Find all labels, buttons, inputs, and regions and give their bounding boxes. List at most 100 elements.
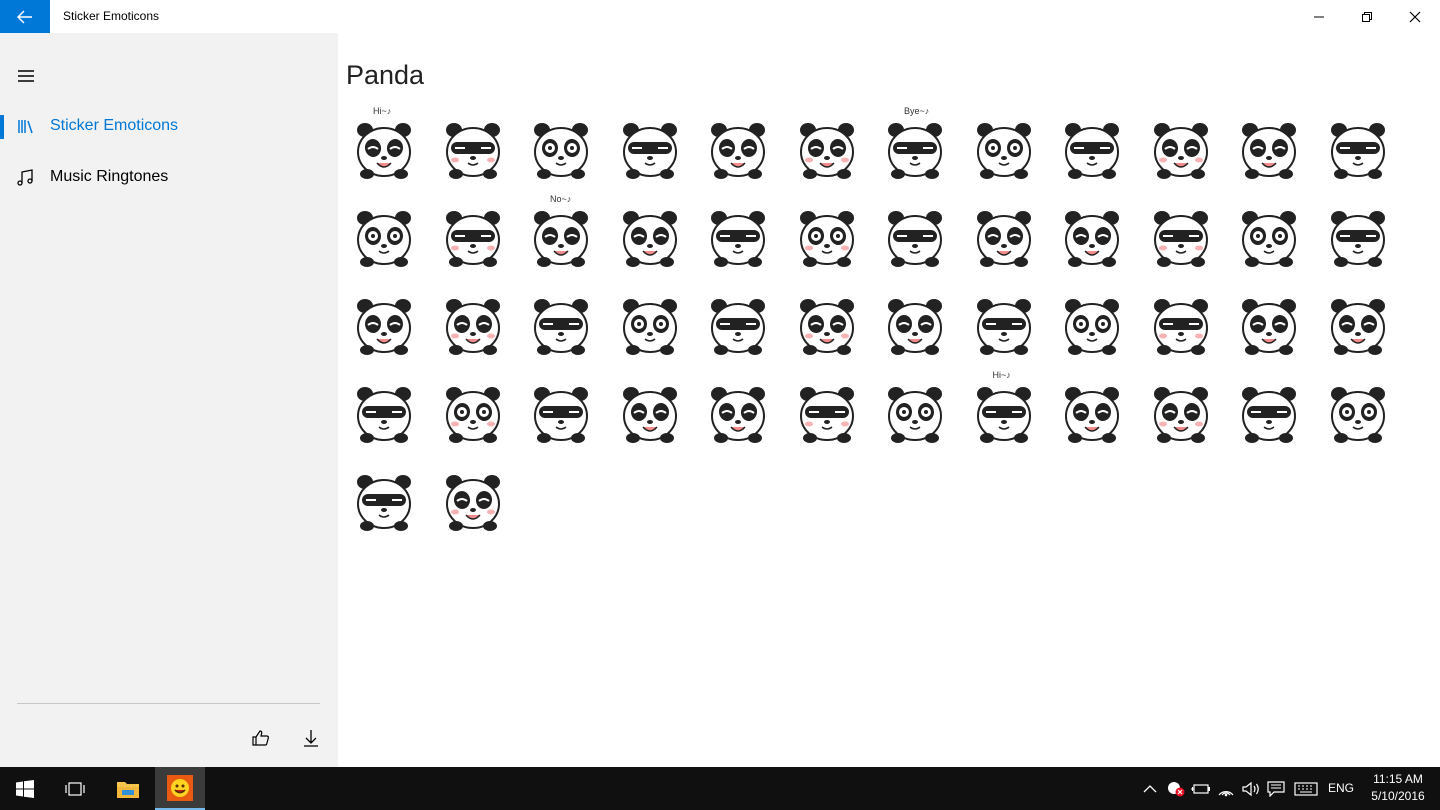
sticker-item[interactable]: [1146, 110, 1218, 186]
clock-date: 5/10/2016: [1371, 789, 1425, 803]
battery-button[interactable]: [1191, 779, 1211, 799]
sticker-item[interactable]: [880, 286, 952, 362]
sticker-item[interactable]: [703, 374, 775, 450]
panda-sticker-icon: [1153, 123, 1208, 179]
sidebar-item-music-ringtones[interactable]: Music Ringtones: [0, 158, 338, 198]
sidebar-item-label: Music Ringtones: [50, 168, 169, 185]
clock[interactable]: 11:15 AM 5/10/2016: [1366, 771, 1430, 805]
sticker-item[interactable]: [615, 286, 687, 362]
thumbs-up-icon: [252, 730, 269, 746]
panda-sticker-icon: [1330, 299, 1385, 355]
action-center-button[interactable]: [1266, 779, 1286, 799]
sticker-item[interactable]: [1146, 286, 1218, 362]
sticker-item[interactable]: [1234, 286, 1306, 362]
page-title: Panda: [346, 60, 425, 90]
panda-sticker-icon: [1330, 123, 1385, 179]
sticker-item[interactable]: [615, 110, 687, 186]
start-button[interactable]: [0, 767, 50, 810]
sidebar-item-sticker-emoticons[interactable]: Sticker Emoticons: [0, 107, 338, 147]
panda-sticker-icon: [888, 123, 942, 179]
panda-sticker-icon: [711, 387, 765, 443]
app-smiley-icon: [167, 774, 193, 801]
panda-sticker-icon: [357, 123, 411, 179]
sticker-item[interactable]: [703, 286, 775, 362]
sticker-item[interactable]: [438, 198, 510, 274]
sticker-item[interactable]: Hi~♪: [969, 370, 1041, 450]
sticker-item[interactable]: [438, 286, 510, 362]
sticker-item[interactable]: [438, 374, 510, 450]
sticker-item[interactable]: [703, 110, 775, 186]
rate-button[interactable]: [246, 723, 276, 753]
volume-button[interactable]: [1241, 779, 1261, 799]
hamburger-menu-button[interactable]: [14, 65, 38, 87]
sticker-item[interactable]: [526, 286, 598, 362]
sticker-item[interactable]: [349, 462, 421, 538]
sticker-item[interactable]: [792, 286, 864, 362]
sticker-item[interactable]: [703, 198, 775, 274]
panda-sticker-icon: [357, 387, 411, 443]
sticker-item[interactable]: [438, 462, 510, 538]
sticker-item[interactable]: No~♪: [526, 194, 598, 274]
panda-sticker-icon: [888, 387, 942, 443]
panda-sticker-icon: [799, 211, 854, 267]
sticker-item[interactable]: [1234, 198, 1306, 274]
sticker-item[interactable]: [792, 198, 864, 274]
sticker-item[interactable]: [1234, 110, 1306, 186]
clock-time: 11:15 AM: [1373, 772, 1423, 786]
sticker-item[interactable]: [349, 198, 421, 274]
sidebar-item-label: Sticker Emoticons: [50, 117, 179, 134]
file-explorer-button[interactable]: [103, 767, 153, 810]
sticker-item[interactable]: [969, 286, 1041, 362]
sticker-item[interactable]: Hi~♪: [349, 106, 421, 186]
show-hidden-icons-button[interactable]: [1140, 779, 1160, 799]
touch-keyboard-button[interactable]: [1294, 779, 1318, 799]
sticker-item[interactable]: [1057, 110, 1129, 186]
selection-indicator: [0, 115, 4, 139]
sticker-item[interactable]: [349, 374, 421, 450]
sticker-item[interactable]: [1234, 374, 1306, 450]
sticker-item[interactable]: [969, 110, 1041, 186]
panda-sticker-icon: [445, 387, 500, 443]
sticker-item[interactable]: [1057, 374, 1129, 450]
sticker-item[interactable]: [969, 198, 1041, 274]
sticker-item[interactable]: [1057, 286, 1129, 362]
panda-sticker-icon: [976, 299, 1031, 355]
sticker-item[interactable]: [1323, 198, 1395, 274]
input-language-indicator[interactable]: ENG: [1328, 781, 1354, 795]
sticker-item[interactable]: [349, 286, 421, 362]
sticker-item[interactable]: [1146, 198, 1218, 274]
back-button[interactable]: [0, 0, 50, 33]
wifi-icon: [1218, 791, 1234, 797]
shield-alert-icon: [1168, 782, 1185, 797]
panda-sticker-icon: [1330, 211, 1385, 267]
sticker-item[interactable]: Bye~♪: [880, 106, 952, 186]
panda-sticker-icon: [1153, 211, 1208, 267]
sticker-item[interactable]: [438, 110, 510, 186]
sticker-item[interactable]: [526, 110, 598, 186]
sticker-item[interactable]: [1057, 198, 1129, 274]
sticker-item[interactable]: [792, 110, 864, 186]
sticker-item[interactable]: [880, 198, 952, 274]
close-button[interactable]: [1391, 0, 1439, 33]
tray-security-button[interactable]: [1166, 779, 1186, 799]
taskbar-app-sticker-emoticons[interactable]: [155, 767, 205, 810]
sticker-item[interactable]: [1323, 286, 1395, 362]
sticker-item[interactable]: [1323, 374, 1395, 450]
windows-logo-icon: [16, 779, 34, 798]
sticker-item[interactable]: [1146, 374, 1218, 450]
notification-icon: [1267, 781, 1285, 797]
sticker-item[interactable]: [615, 374, 687, 450]
download-button[interactable]: [296, 723, 326, 753]
restore-button[interactable]: [1343, 0, 1391, 33]
sticker-item[interactable]: [880, 374, 952, 450]
sticker-item[interactable]: [1323, 110, 1395, 186]
panda-sticker-icon: [1242, 299, 1296, 355]
sticker-item[interactable]: [615, 198, 687, 274]
speaker-icon: [1242, 781, 1259, 797]
task-view-button[interactable]: [50, 767, 100, 810]
sticker-item[interactable]: [526, 374, 598, 450]
sticker-item[interactable]: [792, 374, 864, 450]
minimize-button[interactable]: [1295, 0, 1343, 33]
network-button[interactable]: [1216, 779, 1236, 799]
sticker-caption: Hi~♪: [373, 106, 392, 116]
